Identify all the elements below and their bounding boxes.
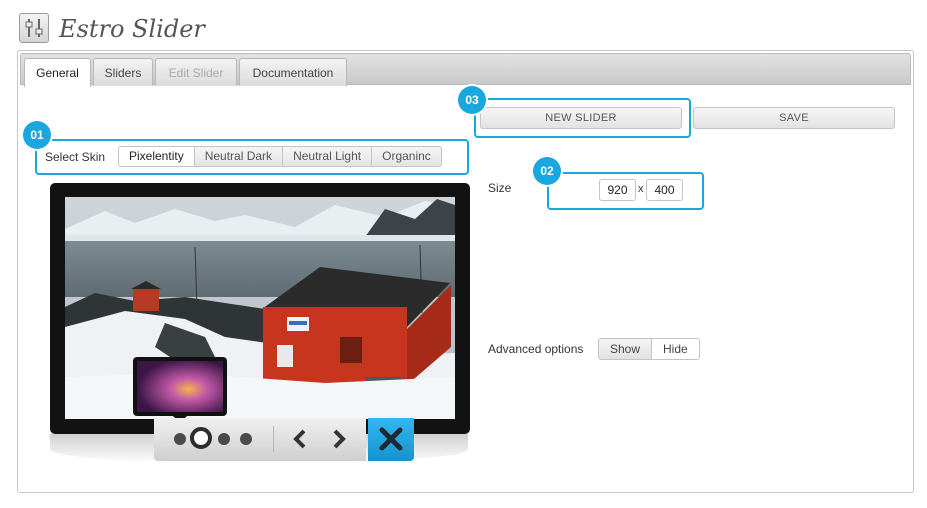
- slide-thumbnail-tooltip: [133, 357, 227, 423]
- tab-bar: [20, 53, 911, 85]
- callout-badge-02: 02: [533, 157, 561, 185]
- tab-general[interactable]: General: [24, 58, 91, 87]
- skin-option-organinc[interactable]: Organinc: [371, 146, 442, 167]
- hide-advanced-button[interactable]: Hide: [651, 338, 700, 360]
- slide-dot-1[interactable]: [174, 433, 186, 445]
- show-advanced-button[interactable]: Show: [598, 338, 653, 360]
- chevron-left-icon[interactable]: [291, 428, 309, 453]
- size-separator: x: [638, 183, 644, 195]
- close-preview-button[interactable]: [368, 418, 414, 461]
- slider-preview-image: [65, 197, 455, 419]
- callout-badge-03: 03: [458, 86, 486, 114]
- size-label: Size: [488, 181, 512, 195]
- chevron-right-icon[interactable]: [330, 428, 348, 453]
- skin-option-pixelentity[interactable]: Pixelentity: [118, 146, 195, 167]
- tab-sliders[interactable]: Sliders: [93, 58, 153, 86]
- save-button[interactable]: SAVE: [693, 107, 895, 129]
- tab-edit-slider: Edit Slider: [155, 58, 237, 86]
- skin-selector: Pixelentity Neutral Dark Neutral Light O…: [118, 146, 442, 167]
- height-input[interactable]: [646, 179, 683, 201]
- close-icon: [379, 427, 403, 451]
- select-skin-label: Select Skin: [45, 150, 106, 164]
- sliders-app-icon: [19, 13, 49, 43]
- new-slider-button[interactable]: NEW SLIDER: [480, 107, 682, 129]
- controls-divider: [273, 426, 274, 452]
- slide-dot-3[interactable]: [218, 433, 230, 445]
- slide-dot-4[interactable]: [240, 433, 252, 445]
- callout-badge-01: 01: [23, 121, 51, 149]
- advanced-options-label: Advanced options: [488, 342, 584, 356]
- tab-documentation[interactable]: Documentation: [239, 58, 347, 86]
- skin-option-neutral-light[interactable]: Neutral Light: [282, 146, 373, 167]
- slide-dot-active[interactable]: [190, 427, 212, 449]
- skin-option-neutral-dark[interactable]: Neutral Dark: [193, 146, 284, 167]
- page-title: Estro Slider: [59, 15, 205, 43]
- width-input[interactable]: [599, 179, 636, 201]
